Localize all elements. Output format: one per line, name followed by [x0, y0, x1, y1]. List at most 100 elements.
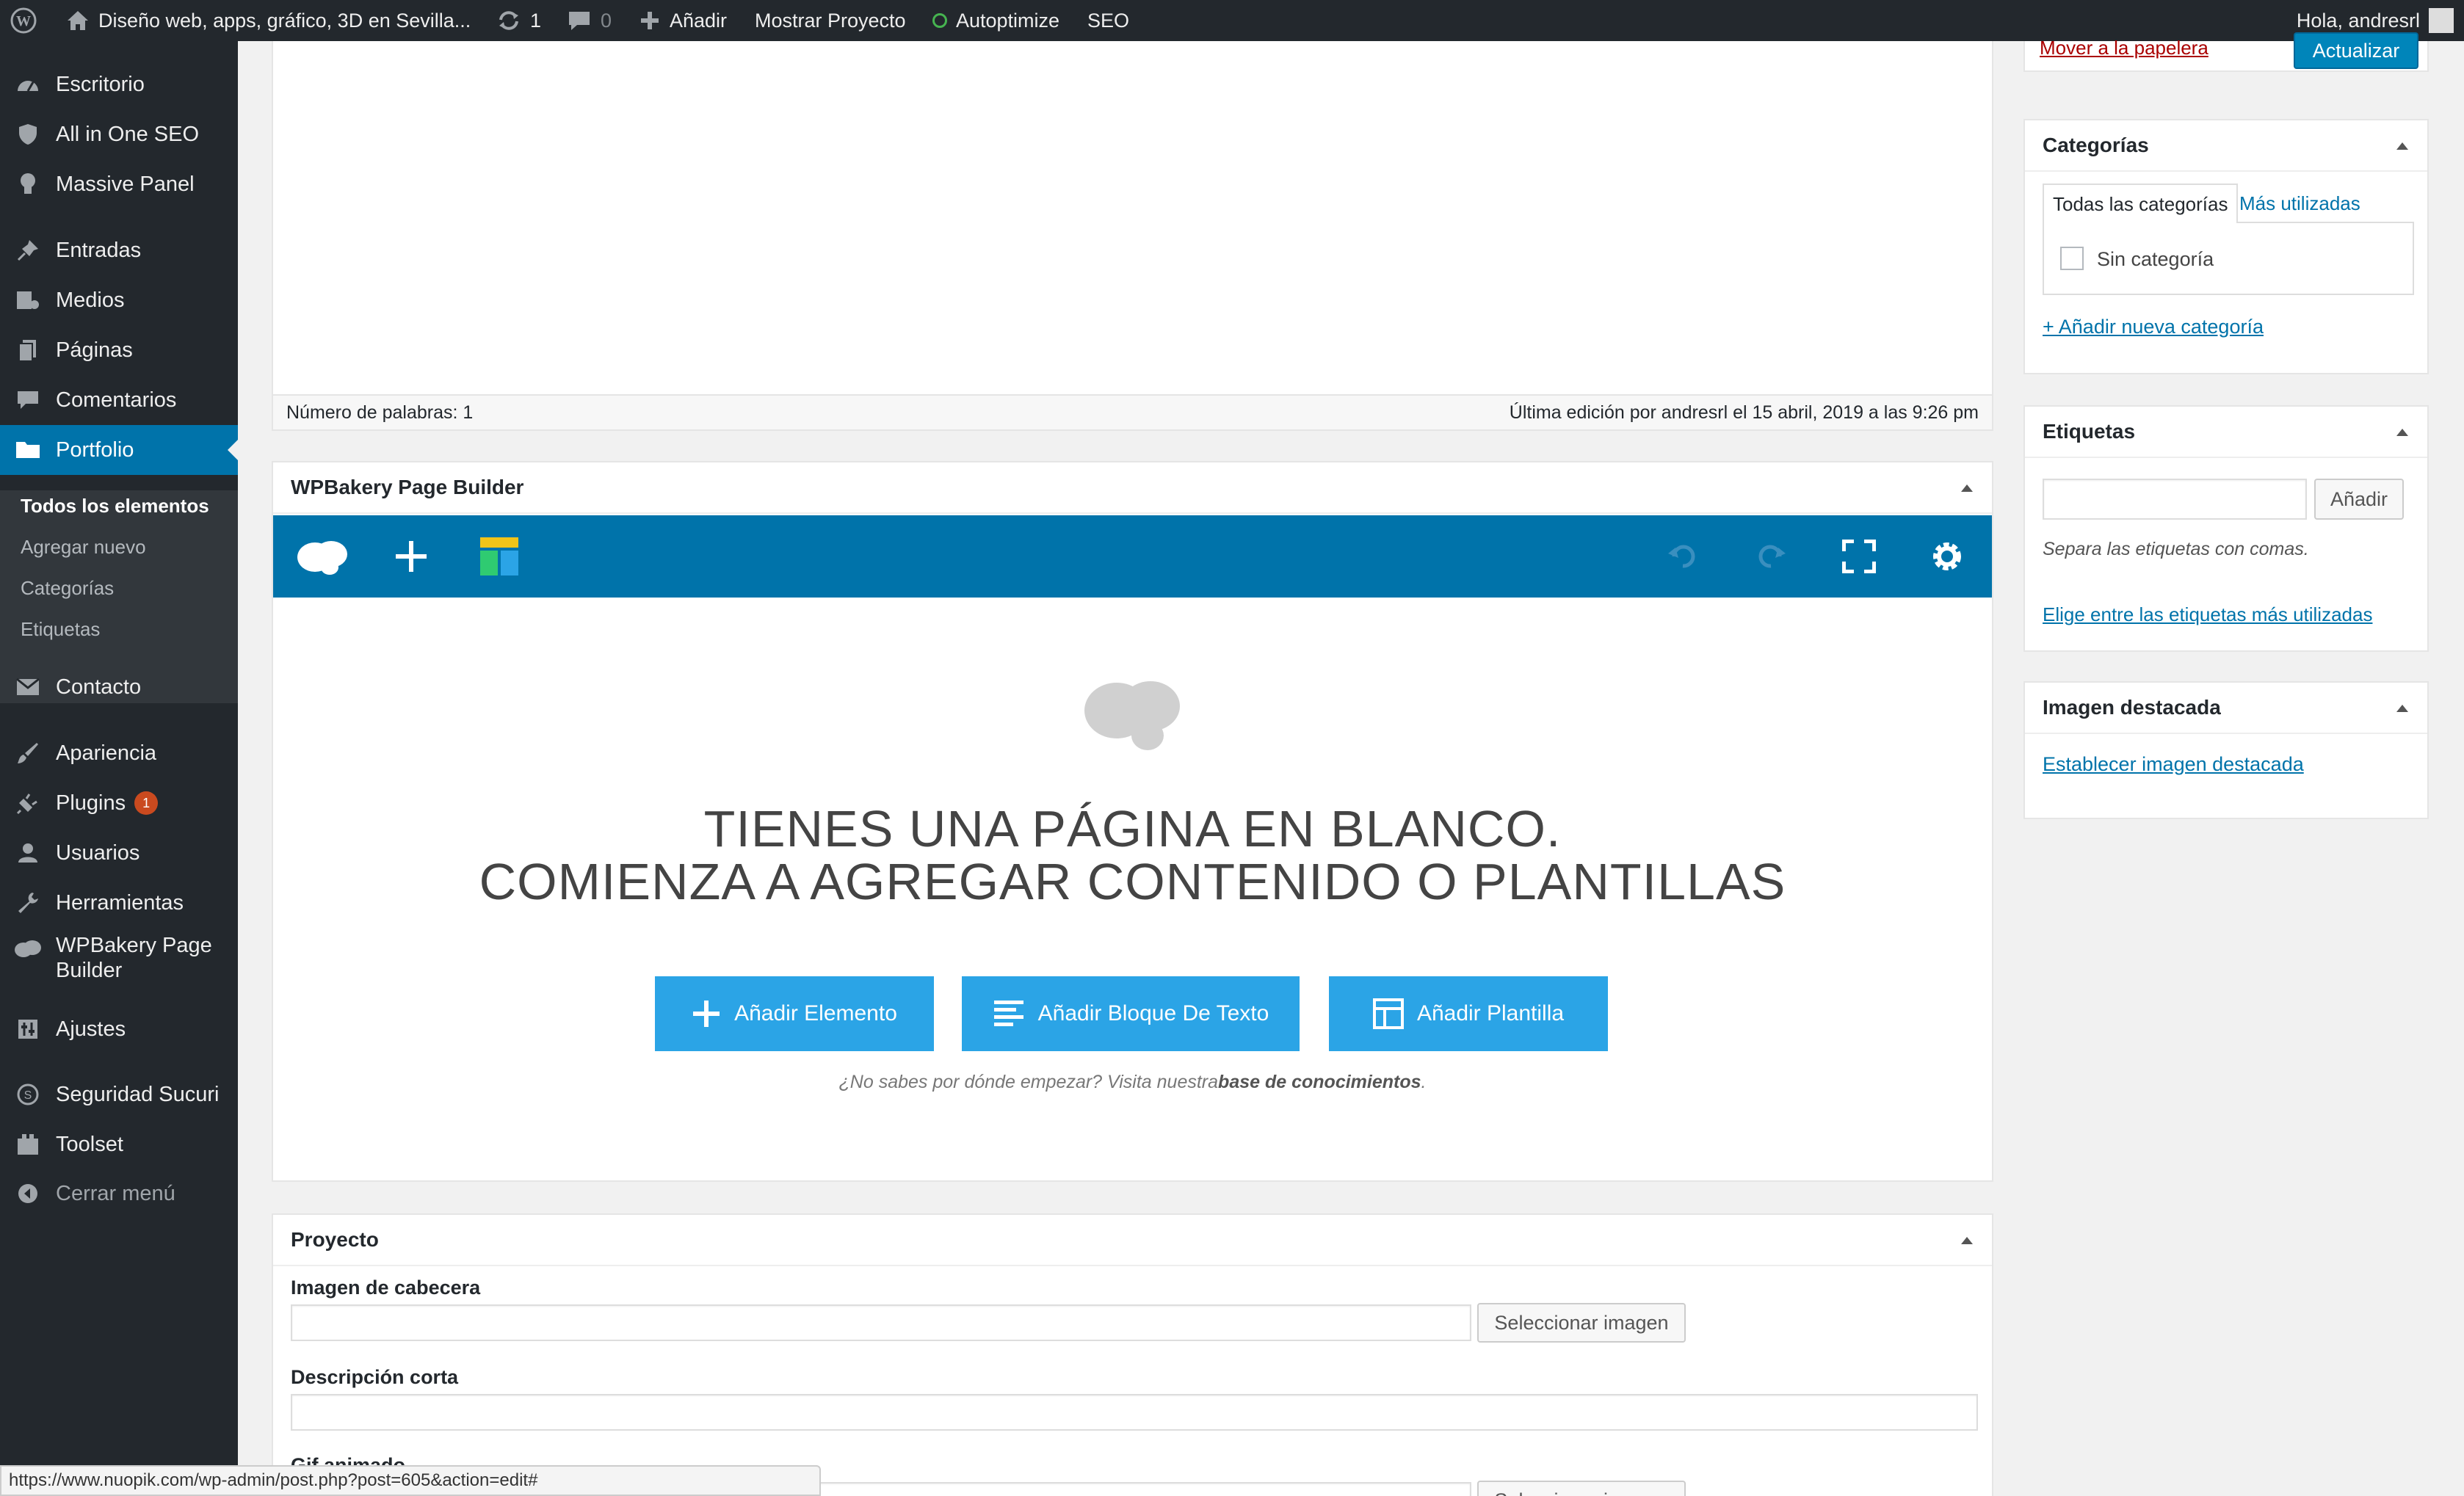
menu-item-massive-panel[interactable]: Massive Panel: [0, 159, 238, 209]
templates-icon[interactable]: [470, 515, 529, 598]
cloud-icon: [0, 938, 56, 960]
menu-label: Medios: [56, 288, 125, 312]
autoptimize-link[interactable]: Autoptimize: [932, 0, 1059, 41]
menu-item-apariencia[interactable]: Apariencia: [0, 728, 238, 778]
submenu-categorias[interactable]: Categorías: [21, 577, 114, 600]
redo-icon[interactable]: [1742, 515, 1800, 598]
view-project-link[interactable]: Mostrar Proyecto: [755, 0, 906, 41]
submenu-etiquetas[interactable]: Etiquetas: [21, 618, 100, 641]
tags-header[interactable]: Etiquetas: [2025, 407, 2427, 458]
set-featured-image-link[interactable]: Establecer imagen destacada: [2043, 753, 2304, 776]
move-to-trash-link[interactable]: Mover a la papelera: [2040, 37, 2208, 59]
submenu-agregar-nuevo[interactable]: Agregar nuevo: [21, 536, 146, 559]
add-text-block-button[interactable]: Añadir Bloque De Texto: [962, 976, 1300, 1051]
wordpress-logo-icon[interactable]: W: [10, 0, 37, 41]
menu-item-collapse[interactable]: Cerrar menú: [0, 1169, 238, 1219]
menu-item-toolset[interactable]: Toolset: [0, 1119, 238, 1169]
tags-box: Etiquetas Añadir Separa las etiquetas co…: [2023, 405, 2429, 652]
text-block-icon: [993, 1001, 1023, 1026]
menu-item-portfolio[interactable]: Portfolio: [0, 425, 238, 475]
menu-item-all-in-one-seo[interactable]: All in One SEO: [0, 109, 238, 159]
new-tag-input[interactable]: [2043, 479, 2307, 520]
wpbakery-title: WPBakery Page Builder: [291, 476, 524, 498]
user-icon: [0, 842, 56, 864]
pin-icon: [0, 239, 56, 262]
comments-count: 0: [601, 9, 612, 32]
menu-label: Portfolio: [56, 438, 134, 462]
greeting: Hola, andresrl: [2296, 9, 2420, 32]
short-description-label: Descripción corta: [291, 1366, 459, 1388]
category-checklist: Sin categoría: [2043, 222, 2414, 295]
editor-content-area[interactable]: [272, 41, 1993, 396]
select-header-image-button[interactable]: Seleccionar imagen: [1477, 1303, 1686, 1343]
pages-icon: [0, 338, 56, 362]
collapse-arrow-icon[interactable]: [2396, 429, 2408, 436]
tab-most-used[interactable]: Más utilizadas: [2239, 192, 2360, 215]
menu-item-plugins[interactable]: Plugins 1: [0, 778, 238, 828]
header-image-input[interactable]: [291, 1304, 1471, 1341]
featured-image-title: Imagen destacada: [2043, 696, 2221, 719]
collapse-arrow-icon[interactable]: [1961, 484, 1973, 492]
submenu-todos[interactable]: Todos los elementos: [21, 495, 209, 518]
undo-icon[interactable]: [1653, 515, 1712, 598]
menu-item-entradas[interactable]: Entradas: [0, 225, 238, 275]
tags-title: Etiquetas: [2043, 420, 2136, 443]
status-circle-icon: [932, 13, 947, 28]
update-button[interactable]: Actualizar: [2294, 32, 2418, 69]
collapse-arrow-icon[interactable]: [2396, 705, 2408, 712]
categories-box: Categorías Todas las categorías Más util…: [2023, 119, 2429, 374]
menu-item-paginas[interactable]: Páginas: [0, 325, 238, 375]
menu-item-ajustes[interactable]: Ajustes: [0, 1004, 238, 1054]
menu-item-herramientas[interactable]: Herramientas: [0, 878, 238, 928]
menu-label: Plugins: [56, 791, 126, 815]
menu-item-escritorio[interactable]: Escritorio: [0, 59, 238, 109]
project-header[interactable]: Proyecto: [273, 1215, 1992, 1266]
short-description-input[interactable]: [291, 1394, 1978, 1431]
add-tag-button[interactable]: Añadir: [2314, 479, 2404, 520]
plus-icon: [693, 1001, 720, 1027]
seo-link[interactable]: SEO: [1087, 0, 1129, 41]
menu-label: Toolset: [56, 1133, 123, 1156]
menu-item-comentarios[interactable]: Comentarios: [0, 375, 238, 425]
add-element-plus-icon[interactable]: [382, 515, 441, 598]
select-gif-button[interactable]: Seleccionar imagen: [1477, 1481, 1686, 1496]
add-new-category-link[interactable]: + Añadir nueva categoría: [2043, 316, 2264, 338]
wpbakery-toolbar: [273, 515, 1992, 598]
settings-gear-icon[interactable]: [1918, 515, 1976, 598]
menu-item-usuarios[interactable]: Usuarios: [0, 828, 238, 878]
header-image-label: Imagen de cabecera: [291, 1277, 481, 1299]
new-content-link[interactable]: Añadir: [639, 0, 727, 41]
menu-item-sucuri[interactable]: S Seguridad Sucuri: [0, 1070, 238, 1119]
menu-item-contacto[interactable]: Contacto: [0, 662, 238, 712]
knowledge-base-link[interactable]: base de conocimientos: [1218, 1072, 1421, 1092]
status-url-text: https://www.nuopik.com/wp-admin/post.php…: [9, 1470, 538, 1490]
fullscreen-icon[interactable]: [1830, 515, 1888, 598]
featured-image-header[interactable]: Imagen destacada: [2025, 683, 2427, 734]
add-element-button[interactable]: Añadir Elemento: [655, 976, 934, 1051]
browser-status-url: https://www.nuopik.com/wp-admin/post.php…: [0, 1465, 821, 1496]
add-template-label: Añadir Plantilla: [1416, 1001, 1565, 1025]
menu-item-wpbakery[interactable]: WPBakery Page Builder: [0, 928, 238, 988]
seo-label: SEO: [1087, 9, 1130, 32]
collapse-arrow-icon[interactable]: [2396, 142, 2408, 150]
avatar: [2429, 8, 2454, 33]
settings-icon: [0, 1018, 56, 1040]
svg-text:S: S: [24, 1089, 32, 1102]
collapse-arrow-icon[interactable]: [1961, 1237, 1973, 1244]
admin-bar: W Diseño web, apps, gráfico, 3D en Sevil…: [0, 0, 2464, 41]
choose-popular-tags-link[interactable]: Elige entre las etiquetas más utilizadas: [2043, 603, 2372, 626]
categories-header[interactable]: Categorías: [2025, 120, 2427, 172]
sucuri-icon: S: [0, 1083, 56, 1106]
site-name: Diseño web, apps, gráfico, 3D en Sevilla…: [98, 9, 471, 32]
template-layout-icon: [1372, 998, 1404, 1029]
site-name-link[interactable]: Diseño web, apps, gráfico, 3D en Sevilla…: [66, 0, 471, 41]
category-checkbox[interactable]: [2060, 247, 2084, 270]
wpbakery-header[interactable]: WPBakery Page Builder: [273, 462, 1992, 514]
tab-all-categories[interactable]: Todas las categorías: [2043, 184, 2239, 223]
add-template-button[interactable]: Añadir Plantilla: [1329, 976, 1608, 1051]
updates-link[interactable]: 1: [496, 0, 541, 41]
wpbakery-logo-icon[interactable]: [286, 515, 360, 598]
blank-page-title-line2: COMIENZA A AGREGAR CONTENIDO O PLANTILLA…: [479, 853, 1786, 910]
menu-item-medios[interactable]: Medios: [0, 275, 238, 325]
comments-link[interactable]: 0: [567, 0, 612, 41]
